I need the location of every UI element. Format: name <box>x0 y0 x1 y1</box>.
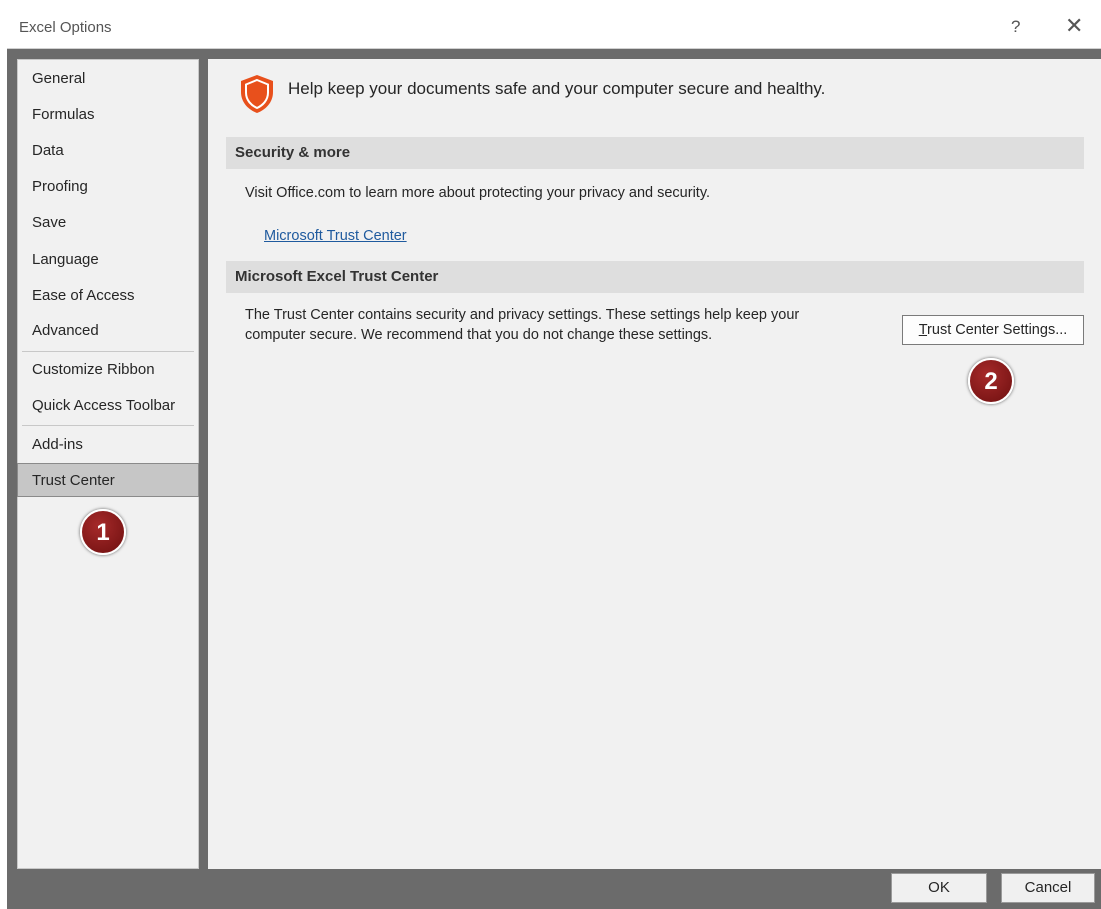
trust-center-section-header: Microsoft Excel Trust Center <box>226 261 1084 293</box>
sidebar-item-proofing[interactable]: Proofing <box>18 170 198 204</box>
dialog-title: Excel Options <box>19 19 112 36</box>
security-description: Visit Office.com to learn more about pro… <box>245 185 711 201</box>
sidebar-divider <box>22 425 194 426</box>
trust-headline: Help keep your documents safe and your c… <box>288 79 826 98</box>
sidebar-item-advanced[interactable]: Advanced <box>18 314 198 348</box>
sidebar-item-save[interactable]: Save <box>18 206 198 240</box>
cancel-button[interactable]: Cancel <box>1001 873 1095 903</box>
sidebar-item-quick-access-toolbar[interactable]: Quick Access Toolbar <box>18 389 198 423</box>
security-section-header: Security & more <box>226 137 1084 169</box>
sidebar-item-data[interactable]: Data <box>18 134 198 168</box>
trust-center-settings-button[interactable]: Trust Center Settings... <box>902 315 1084 345</box>
main-content: Help keep your documents safe and your c… <box>208 59 1101 869</box>
sidebar-item-add-ins[interactable]: Add-ins <box>18 428 198 462</box>
sidebar-divider <box>22 351 194 352</box>
trust-center-settings-button-label: rust Center Settings... <box>927 322 1068 338</box>
sidebar-item-ease-of-access[interactable]: Ease of Access <box>18 279 198 313</box>
excel-options-dialog: Excel Options ? ✕ General Formulas Data … <box>7 9 1101 909</box>
sidebar-item-general[interactable]: General <box>18 62 198 96</box>
sidebar-item-language[interactable]: Language <box>18 243 198 277</box>
close-icon[interactable]: ✕ <box>1065 15 1083 37</box>
trust-center-description-line-1: The Trust Center contains security and p… <box>245 307 800 323</box>
step-2-badge: 2 <box>968 358 1014 404</box>
shield-icon <box>241 75 273 113</box>
trust-center-description: The Trust Center contains security and p… <box>245 305 799 345</box>
ok-button[interactable]: OK <box>891 873 987 903</box>
sidebar-item-formulas[interactable]: Formulas <box>18 98 198 132</box>
sidebar-item-customize-ribbon[interactable]: Customize Ribbon <box>18 353 198 387</box>
help-icon[interactable]: ? <box>1011 17 1020 37</box>
microsoft-trust-center-link[interactable]: Microsoft Trust Center <box>264 228 407 244</box>
trust-center-description-line-2: computer secure. We recommend that you d… <box>245 327 713 343</box>
accesskey-letter: T <box>918 322 928 338</box>
sidebar: General Formulas Data Proofing Save Lang… <box>17 59 199 869</box>
step-1-badge: 1 <box>80 509 126 555</box>
sidebar-item-trust-center[interactable]: Trust Center <box>17 463 199 497</box>
title-bar: Excel Options ? ✕ <box>7 9 1101 49</box>
